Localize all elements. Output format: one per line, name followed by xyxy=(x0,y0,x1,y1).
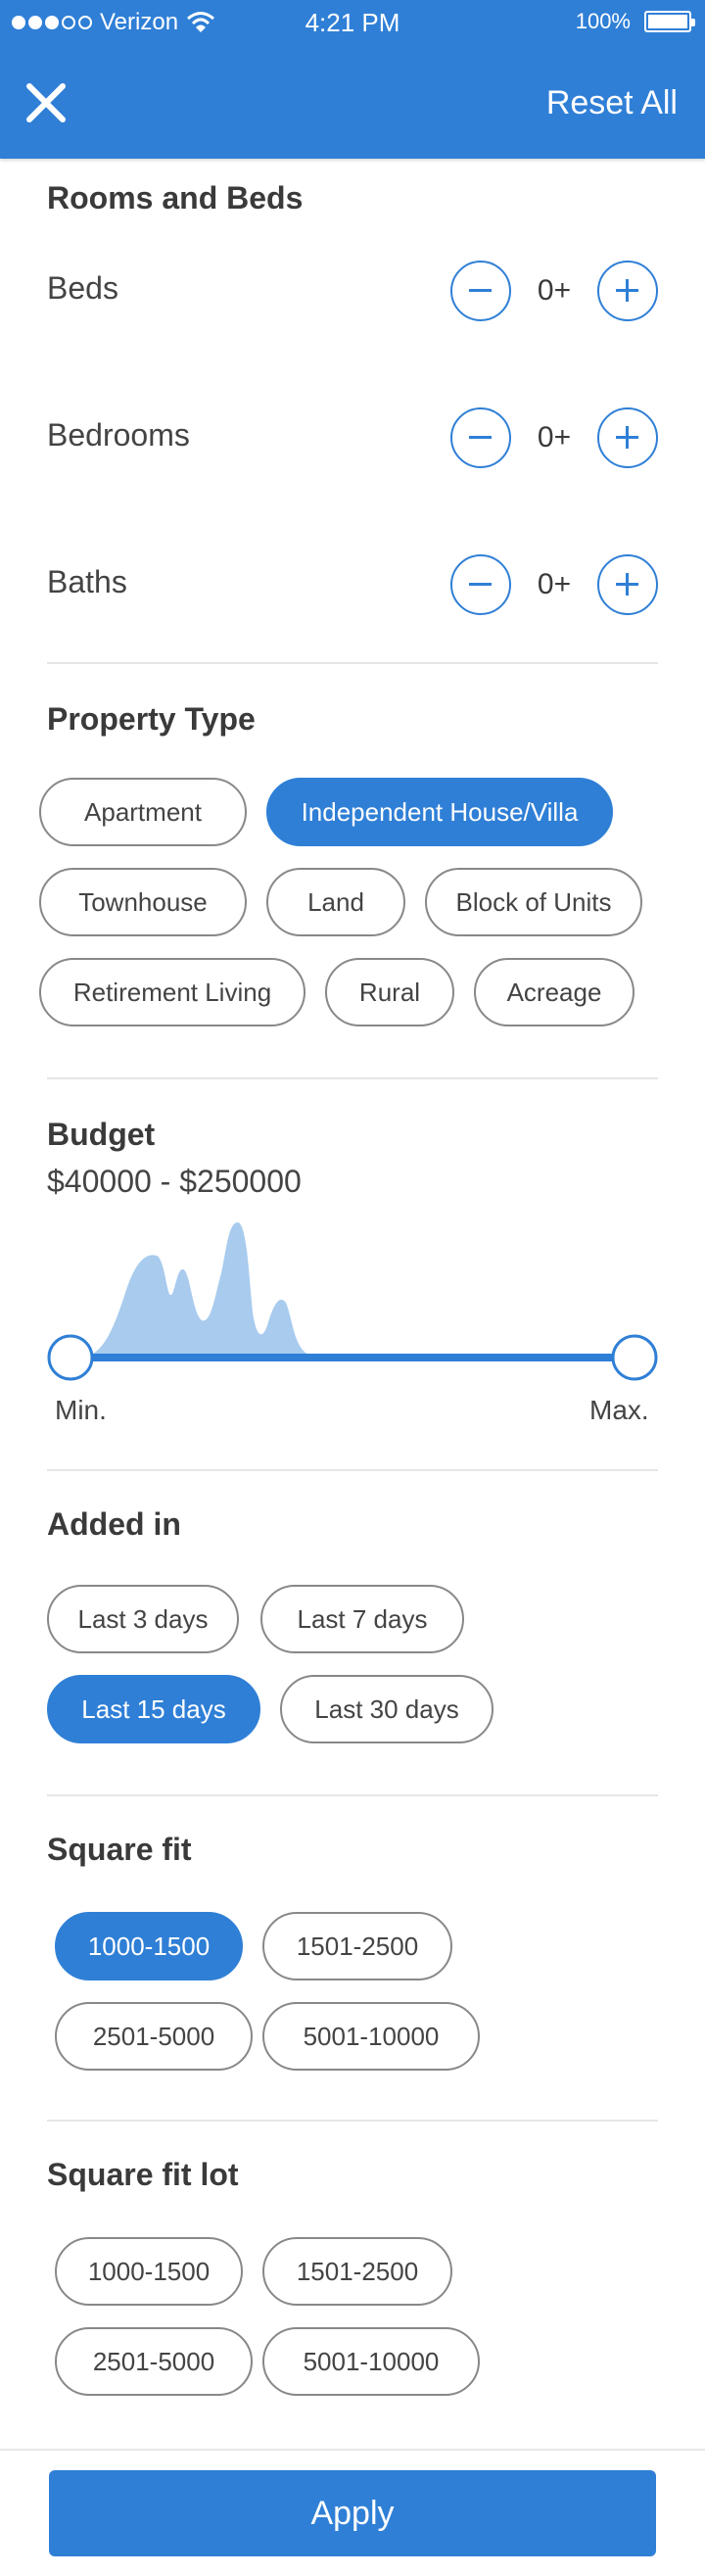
baths-increment-button[interactable] xyxy=(597,554,658,615)
chip-square-fit-lot-2501-5000[interactable]: 2501-5000 xyxy=(55,2327,253,2396)
beds-decrement-button[interactable] xyxy=(450,261,511,321)
chip-independent-house-villa[interactable]: Independent House/Villa xyxy=(266,778,613,846)
beds-increment-button[interactable] xyxy=(597,261,658,321)
beds-stepper: 0+ xyxy=(450,261,658,321)
nav-bar: Reset All xyxy=(0,47,705,159)
rooms-section-title: Rooms and Beds xyxy=(47,180,304,215)
close-icon xyxy=(26,83,66,122)
section-divider xyxy=(47,662,658,664)
bedrooms-decrement-button[interactable] xyxy=(450,407,511,468)
chip-block-of-units[interactable]: Block of Units xyxy=(425,868,642,936)
chip-land[interactable]: Land xyxy=(266,868,405,936)
bedrooms-increment-button[interactable] xyxy=(597,407,658,468)
slider-min-handle[interactable] xyxy=(47,1334,94,1381)
chip-last-15-days[interactable]: Last 15 days xyxy=(47,1675,260,1743)
chip-last-3-days[interactable]: Last 3 days xyxy=(47,1585,239,1653)
chip-square-fit-5001-10000[interactable]: 5001-10000 xyxy=(262,2002,480,2071)
chip-square-fit-lot-5001-10000[interactable]: 5001-10000 xyxy=(262,2327,480,2396)
beds-label: Beds xyxy=(47,270,118,306)
chip-last-30-days[interactable]: Last 30 days xyxy=(280,1675,494,1743)
baths-value: 0+ xyxy=(537,568,572,600)
chip-square-fit-lot-1501-2500[interactable]: 1501-2500 xyxy=(262,2237,452,2306)
battery-percent: 100% xyxy=(575,9,631,33)
chip-apartment[interactable]: Apartment xyxy=(39,778,247,846)
chip-square-fit-2501-5000[interactable]: 2501-5000 xyxy=(55,2002,253,2071)
property-type-title: Property Type xyxy=(47,701,256,737)
price-histogram xyxy=(86,1222,313,1357)
beds-value: 0+ xyxy=(537,274,572,307)
chip-townhouse[interactable]: Townhouse xyxy=(39,868,247,936)
chip-rural[interactable]: Rural xyxy=(325,958,454,1026)
battery-icon xyxy=(644,11,695,32)
slider-max-handle[interactable] xyxy=(611,1334,658,1381)
chip-square-fit-lot-1000-1500[interactable]: 1000-1500 xyxy=(55,2237,243,2306)
chip-acreage[interactable]: Acreage xyxy=(474,958,634,1026)
added-in-title: Added in xyxy=(47,1506,181,1542)
baths-label: Baths xyxy=(47,564,127,599)
chip-retirement-living[interactable]: Retirement Living xyxy=(39,958,306,1026)
square-fit-title: Square fit xyxy=(47,1832,192,1867)
square-fit-lot-title: Square fit lot xyxy=(47,2157,239,2192)
status-right: 100% xyxy=(575,9,695,34)
apply-button[interactable]: Apply xyxy=(49,2470,656,2556)
minus-icon xyxy=(469,289,492,292)
status-bar: Verizon 4:21 PM 100% xyxy=(0,0,705,47)
minus-icon xyxy=(469,436,492,439)
bedrooms-label: Bedrooms xyxy=(47,417,190,453)
section-divider xyxy=(47,2120,658,2122)
plus-icon xyxy=(616,573,638,596)
reset-all-button[interactable]: Reset All xyxy=(546,84,678,122)
baths-decrement-button[interactable] xyxy=(450,554,511,615)
chip-last-7-days[interactable]: Last 7 days xyxy=(260,1585,464,1653)
close-button[interactable] xyxy=(25,82,67,123)
slider-min-label: Min. xyxy=(55,1395,107,1425)
chip-square-fit-1000-1500[interactable]: 1000-1500 xyxy=(55,1912,243,1980)
baths-stepper: 0+ xyxy=(450,554,658,615)
slider-max-label: Max. xyxy=(589,1395,649,1425)
chip-square-fit-1501-2500[interactable]: 1501-2500 xyxy=(262,1912,452,1980)
minus-icon xyxy=(469,583,492,586)
bedrooms-value: 0+ xyxy=(537,421,572,453)
section-divider xyxy=(47,1469,658,1471)
budget-range-text: $40000 - $250000 xyxy=(47,1164,302,1199)
section-divider xyxy=(47,1077,658,1079)
budget-slider[interactable] xyxy=(47,1215,658,1401)
section-divider xyxy=(47,1794,658,1796)
budget-title: Budget xyxy=(47,1117,156,1152)
plus-icon xyxy=(616,279,638,302)
plus-icon xyxy=(616,426,638,449)
bedrooms-stepper: 0+ xyxy=(450,407,658,468)
